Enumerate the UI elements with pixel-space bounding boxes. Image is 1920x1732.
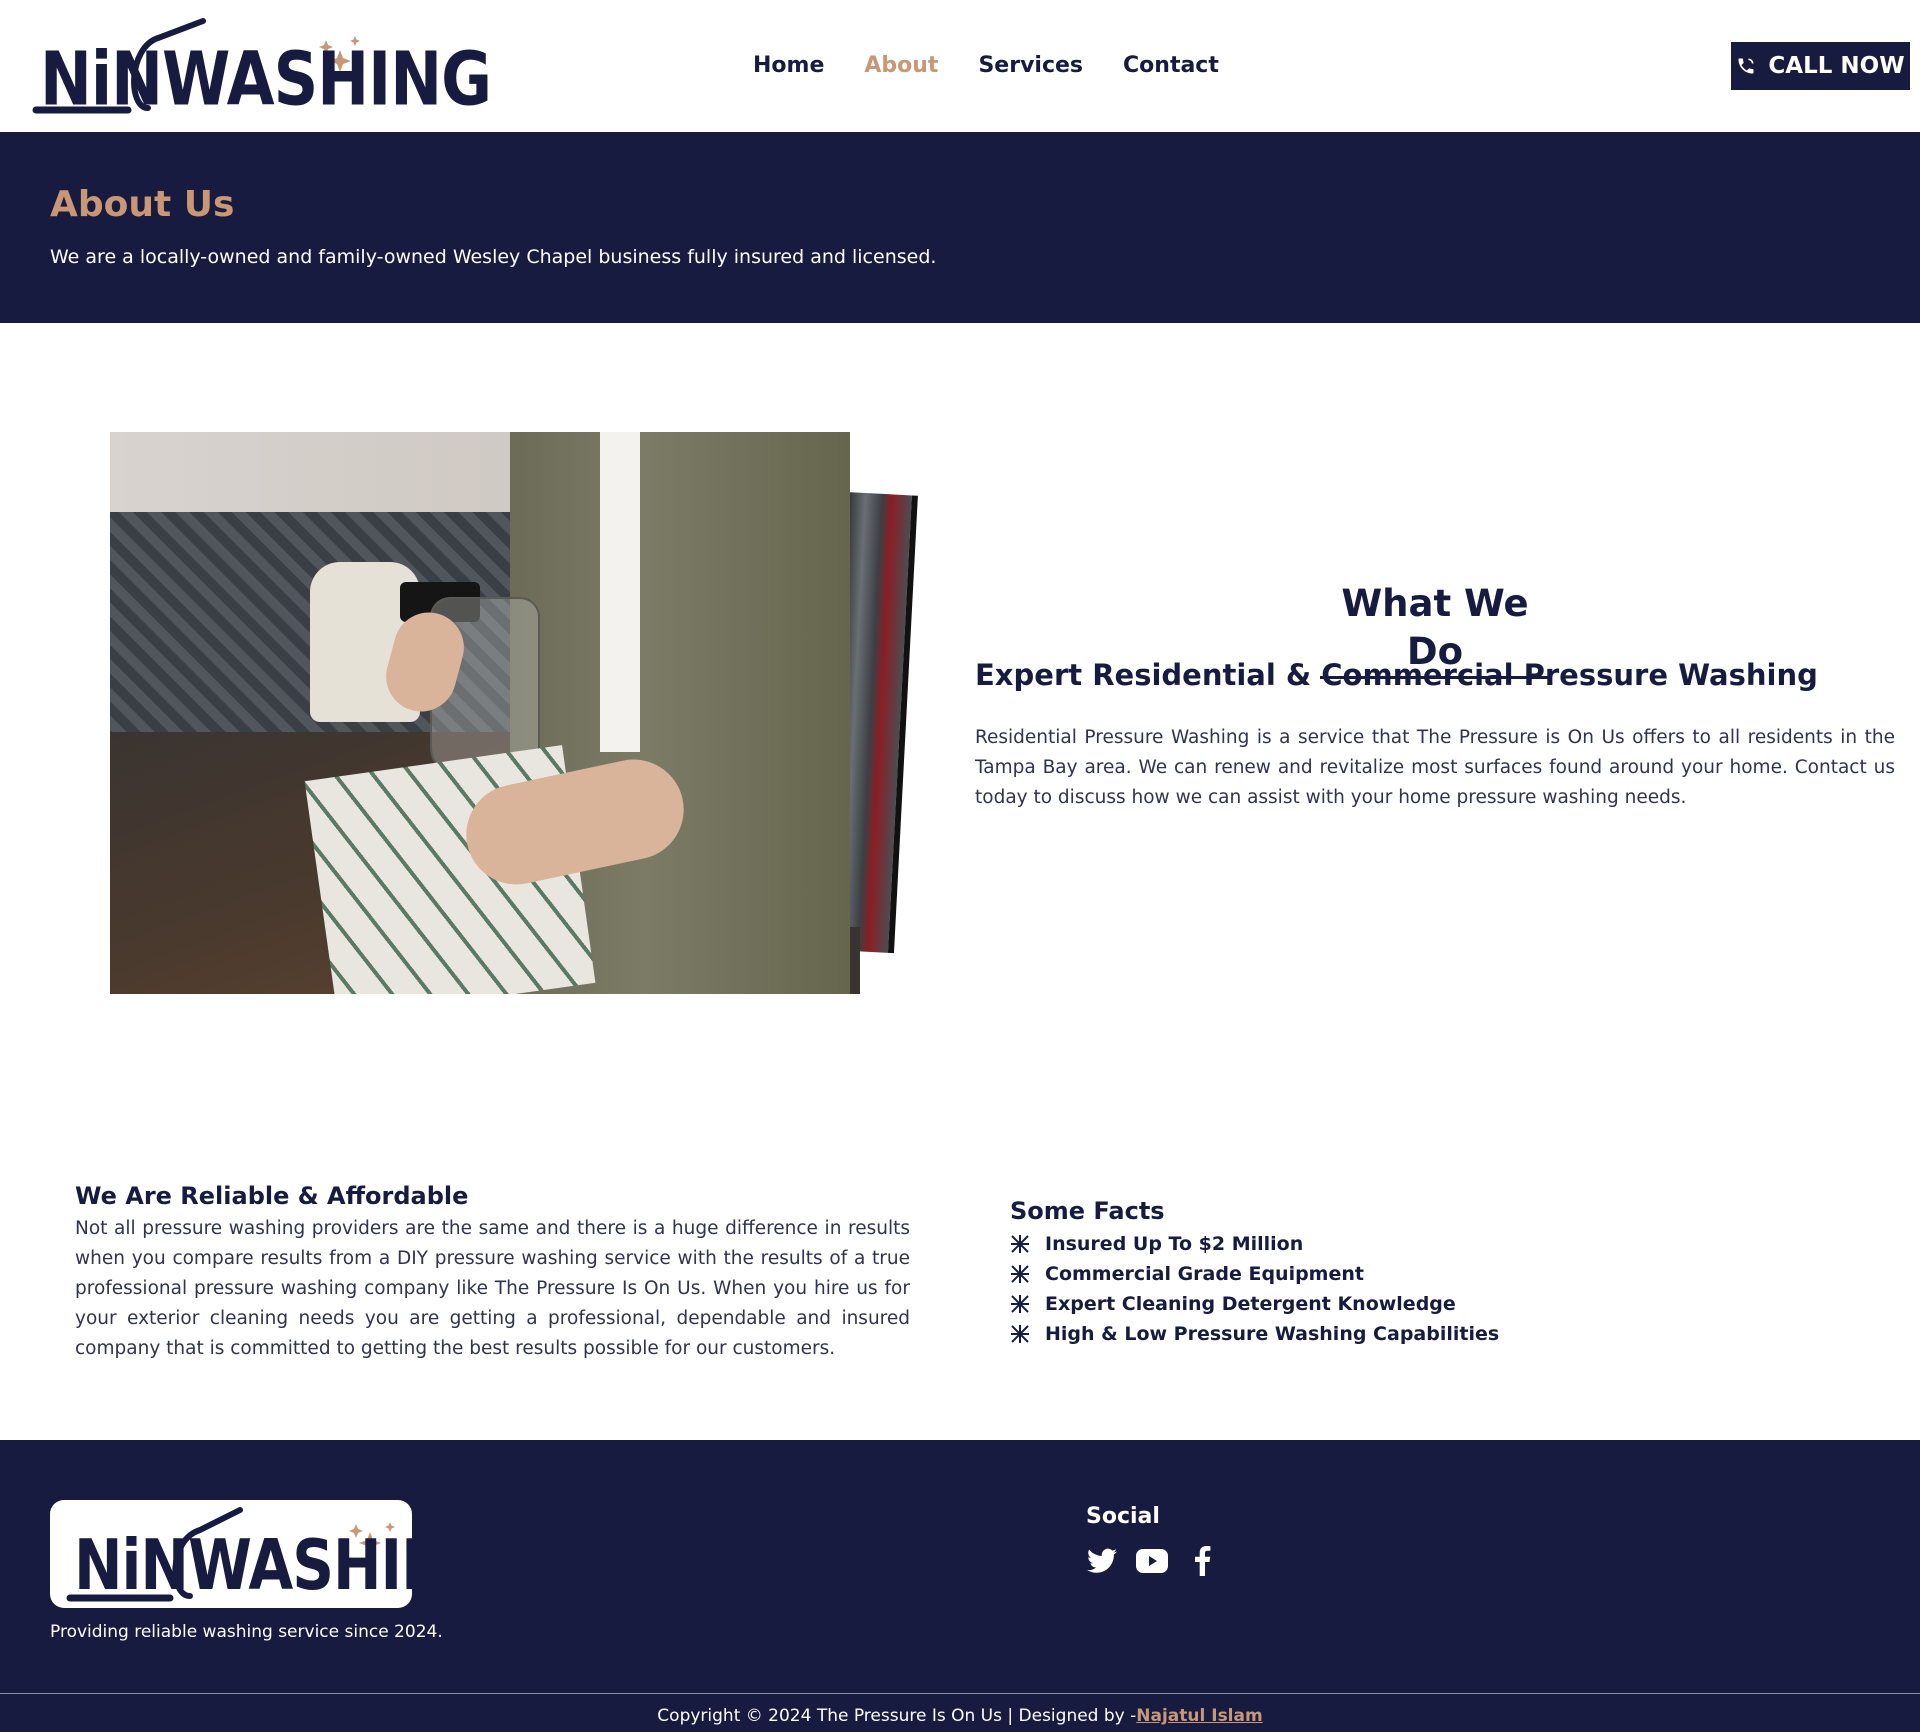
fact-text: Expert Cleaning Detergent Knowledge [1045, 1293, 1456, 1315]
reliable-text: Not all pressure washing providers are t… [75, 1218, 910, 1359]
social-links [1086, 1545, 1218, 1577]
about-photo-stack [110, 432, 920, 997]
designer-link[interactable]: Najatul Islam [1136, 1706, 1262, 1726]
main-nav: Home About Services Contact [753, 50, 1259, 82]
reliable-title: We Are Reliable & Affordable [75, 1182, 469, 1210]
sparkle-bullet-icon [1010, 1294, 1030, 1314]
page-title: About Us [50, 184, 235, 225]
copyright: Copyright © 2024 The Pressure Is On Us |… [0, 1704, 1920, 1728]
footer-tagline: Providing reliable washing service since… [50, 1622, 443, 1642]
phone-icon [1738, 58, 1754, 74]
call-now-button[interactable]: CALL NOW [1731, 42, 1910, 90]
list-item: Insured Up To $2 Million [1010, 1229, 1499, 1259]
facts-title: Some Facts [1010, 1197, 1165, 1225]
twitter-icon[interactable] [1086, 1545, 1118, 1577]
sparkle-bullet-icon [1010, 1264, 1030, 1284]
facts-list: Insured Up To $2 Million Commercial Grad… [1010, 1229, 1499, 1349]
footer-logo[interactable]: NiNWASHING [50, 1500, 412, 1608]
list-item: High & Low Pressure Washing Capabilities [1010, 1319, 1499, 1349]
hero-subtitle: We are a locally-owned and family-owned … [50, 246, 937, 268]
social-title: Social [1086, 1504, 1160, 1529]
fact-text: Commercial Grade Equipment [1045, 1263, 1364, 1285]
about-hero: About Us We are a locally-owned and fami… [0, 132, 1920, 323]
facebook-icon[interactable] [1186, 1545, 1218, 1577]
nav-home[interactable]: Home [753, 50, 824, 82]
site-footer: NiNWASHING Providing reliable washing se… [0, 1440, 1920, 1732]
list-item: Commercial Grade Equipment [1010, 1259, 1499, 1289]
list-item: Expert Cleaning Detergent Knowledge [1010, 1289, 1499, 1319]
site-header: NiNWASHING Home About Services Contact C… [0, 0, 1920, 132]
youtube-icon[interactable] [1136, 1545, 1168, 1577]
site-logo[interactable]: NiNWASHING [28, 18, 492, 118]
what-we-do-subtitle: Expert Residential & Commercial Pressure… [975, 658, 1818, 692]
logo-wordmark: NiNWASHING [40, 34, 492, 123]
what-we-do-text: Residential Pressure Washing is a servic… [975, 727, 1895, 808]
footer-divider [0, 1693, 1920, 1694]
nav-services[interactable]: Services [978, 50, 1083, 82]
sparkle-bullet-icon [1010, 1234, 1030, 1254]
fact-text: Insured Up To $2 Million [1045, 1233, 1304, 1255]
call-now-label: CALL NOW [1768, 53, 1905, 79]
sparkle-bullet-icon [1010, 1324, 1030, 1344]
cleaning-photo [110, 432, 850, 994]
nav-contact[interactable]: Contact [1123, 50, 1219, 82]
footer-logo-wordmark: NiNWASHING [74, 1524, 412, 1606]
nav-about[interactable]: About [864, 50, 938, 82]
fact-text: High & Low Pressure Washing Capabilities [1045, 1323, 1500, 1345]
copyright-text: Copyright © 2024 The Pressure Is On Us |… [657, 1706, 1137, 1726]
